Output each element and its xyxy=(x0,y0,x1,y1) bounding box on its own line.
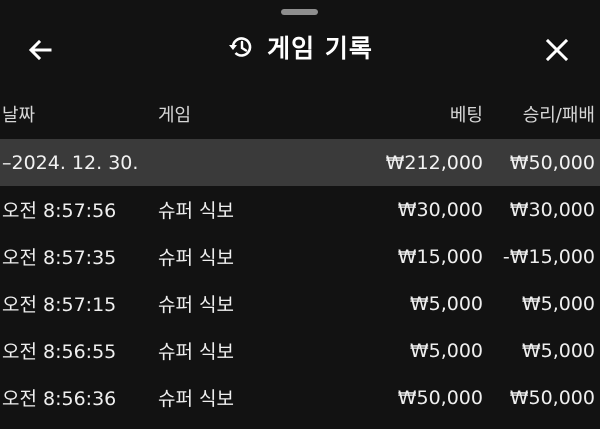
row-game: 슈퍼 식보 xyxy=(158,200,234,222)
group-date: –2024. 12. 30. xyxy=(2,151,139,174)
row-result: ₩5,000 xyxy=(521,292,595,315)
row-game: 슈퍼 식보 xyxy=(158,341,234,363)
row-time: 오전 8:57:15 xyxy=(2,294,117,316)
row-time: 오전 8:56:55 xyxy=(2,341,117,363)
date-group-row[interactable]: –2024. 12. 30. ₩212,000 ₩50,000 xyxy=(0,139,600,186)
row-time: 오전 8:57:56 xyxy=(2,200,117,222)
table-row[interactable]: 오전 8:56:36 슈퍼 식보 ₩50,000 ₩50,000 xyxy=(0,374,600,421)
row-time: 오전 8:56:36 xyxy=(2,388,117,410)
table-row[interactable]: 오전 8:56:55 슈퍼 식보 ₩5,000 ₩5,000 xyxy=(0,327,600,374)
history-table: 날짜 게임 베팅 승리/패배 –2024. 12. 30. ₩212,000 ₩… xyxy=(0,89,600,421)
row-game: 슈퍼 식보 xyxy=(158,247,234,269)
table-row[interactable]: 오전 8:57:15 슈퍼 식보 ₩5,000 ₩5,000 xyxy=(0,280,600,327)
row-result: -₩15,000 xyxy=(502,245,595,268)
row-game: 슈퍼 식보 xyxy=(158,388,234,410)
page-title: 게임 기록 xyxy=(267,34,373,63)
row-bet: ₩50,000 xyxy=(397,386,483,409)
row-bet: ₩15,000 xyxy=(397,245,483,268)
table-header-row: 날짜 게임 베팅 승리/패배 xyxy=(0,89,600,139)
drag-handle[interactable] xyxy=(281,9,318,15)
history-icon xyxy=(229,37,252,57)
column-header-date[interactable]: 날짜 xyxy=(2,89,35,139)
column-header-result[interactable]: 승리/패배 xyxy=(523,89,595,139)
group-bet-total: ₩212,000 xyxy=(385,151,483,174)
column-header-game[interactable]: 게임 xyxy=(158,89,191,139)
row-bet: ₩5,000 xyxy=(409,339,483,362)
column-header-bet[interactable]: 베팅 xyxy=(450,89,483,139)
row-result: ₩5,000 xyxy=(521,339,595,362)
row-time: 오전 8:57:35 xyxy=(2,247,117,269)
close-icon xyxy=(545,38,569,62)
row-game: 슈퍼 식보 xyxy=(158,294,234,316)
title-group: 게임 기록 xyxy=(0,29,600,65)
row-result: ₩30,000 xyxy=(509,198,595,221)
group-result-total: ₩50,000 xyxy=(509,151,595,174)
table-row[interactable]: 오전 8:57:56 슈퍼 식보 ₩30,000 ₩30,000 xyxy=(0,186,600,233)
row-result: ₩50,000 xyxy=(509,386,595,409)
row-bet: ₩30,000 xyxy=(397,198,483,221)
close-button[interactable] xyxy=(537,30,577,70)
row-bet: ₩5,000 xyxy=(409,292,483,315)
header: 게임 기록 xyxy=(0,20,600,78)
table-row[interactable]: 오전 8:57:35 슈퍼 식보 ₩15,000 -₩15,000 xyxy=(0,233,600,280)
